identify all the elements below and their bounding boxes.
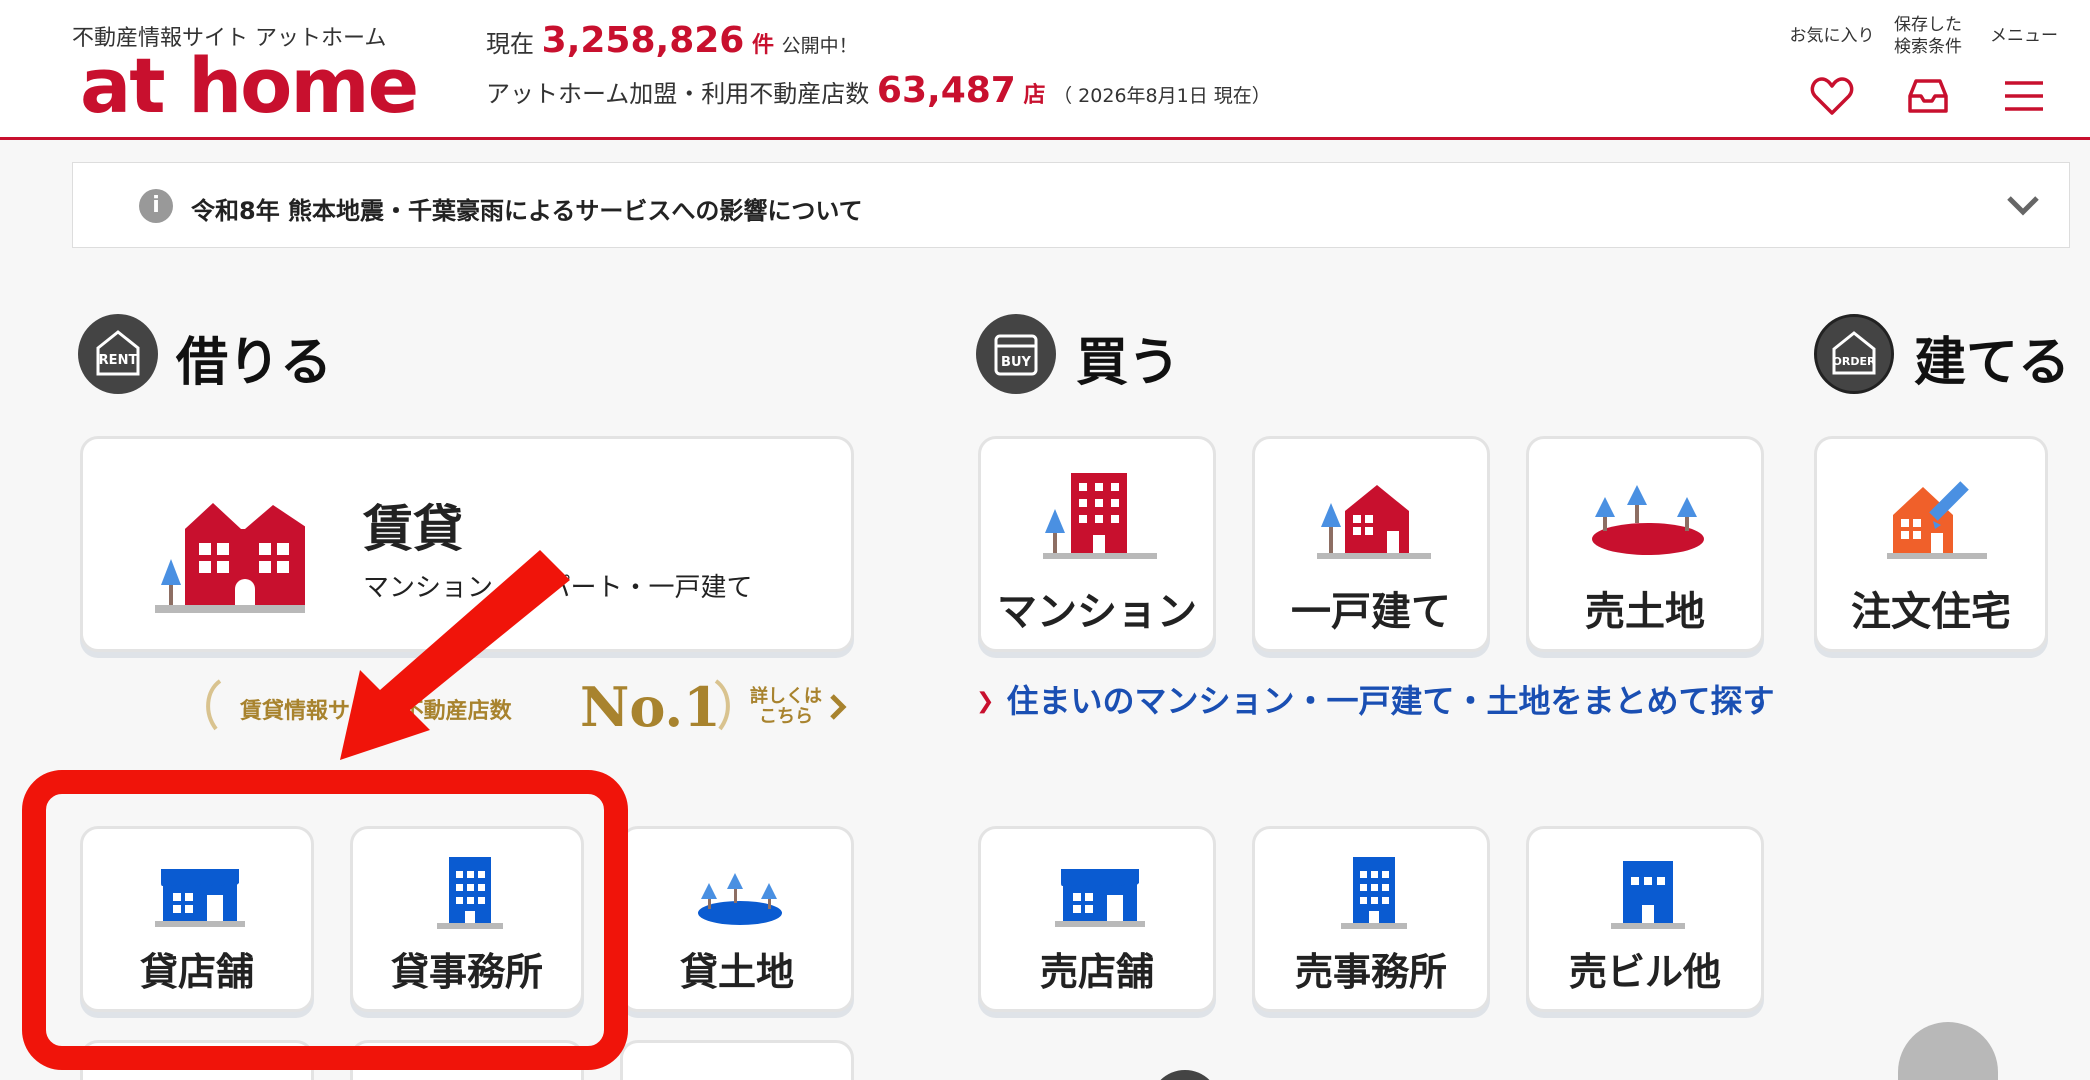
building-icon bbox=[1611, 861, 1685, 929]
build-custom-home-label: 注文住宅 bbox=[1851, 589, 2011, 635]
heart-icon bbox=[1810, 77, 1854, 115]
saved-search-button[interactable]: 保存した 検索条件 bbox=[1878, 14, 1978, 121]
saved-search-label-1: 保存した bbox=[1894, 15, 1962, 35]
promo-no1-badge: No.1 bbox=[580, 675, 721, 739]
chevron-right-icon: ❯ bbox=[976, 689, 995, 714]
promo-more-line2: こちら bbox=[759, 706, 813, 727]
annotation-highlight-box bbox=[22, 770, 628, 1070]
athome-logo[interactable]: at home bbox=[80, 48, 419, 124]
as-of-date: （ 2026年8月1日 現在） bbox=[1053, 85, 1271, 107]
listing-count: 3,258,826 bbox=[541, 20, 745, 61]
promo-more-line1: 詳しくは bbox=[750, 686, 822, 707]
agency-unit: 店 bbox=[1023, 83, 1046, 108]
svg-text:ORDER: ORDER bbox=[1833, 355, 1876, 368]
build-custom-home-card[interactable]: 注文住宅 bbox=[1814, 436, 2048, 652]
buy-mansion-card[interactable]: マンション bbox=[978, 436, 1216, 652]
agency-count-line: アットホーム加盟・利用不動産店数 63,487 店 （ 2026年8月1日 現在… bbox=[486, 70, 1271, 111]
menu-button[interactable]: メニュー bbox=[1974, 14, 2074, 121]
land-icon bbox=[698, 873, 782, 925]
buy-office-card[interactable]: 売事務所 bbox=[1252, 826, 1490, 1012]
agency-count: 63,487 bbox=[876, 70, 1016, 111]
promo-more-link[interactable]: 詳しくは こちら bbox=[750, 687, 822, 727]
favorites-button[interactable]: お気に入り bbox=[1782, 14, 1882, 121]
buy-all-link[interactable]: ❯ 住まいのマンション・一戸建て・土地をまとめて探す bbox=[976, 676, 1774, 722]
site-header: 不動産情報サイト アットホーム at home 現在 3,258,826 件 公… bbox=[0, 0, 2090, 140]
rent-section-title: 借りる bbox=[176, 333, 333, 393]
land-icon bbox=[1592, 485, 1704, 555]
custom-home-icon bbox=[1887, 481, 1987, 559]
current-label: 現在 bbox=[486, 30, 534, 58]
buy-building-card[interactable]: 売ビル他 bbox=[1526, 826, 1764, 1012]
rent-land-card[interactable]: 貸土地 bbox=[620, 826, 854, 1012]
order-badge-icon: ORDER bbox=[1814, 314, 1894, 394]
buy-badge-icon: BUY bbox=[976, 314, 1056, 394]
buy-all-link-text: 住まいのマンション・一戸建て・土地をまとめて探す bbox=[1006, 682, 1775, 720]
buy-house-card[interactable]: 一戸建て bbox=[1252, 436, 1490, 652]
build-section-title: 建てる bbox=[1914, 333, 2071, 393]
buy-house-label: 一戸建て bbox=[1291, 589, 1451, 635]
buy-store-label: 売店舗 bbox=[1039, 950, 1154, 994]
notice-bar[interactable]: i 令和8年 熊本地震・千葉豪雨によるサービスへの影響について bbox=[72, 162, 2070, 248]
rent-land-label: 貸土地 bbox=[679, 950, 794, 994]
buy-building-label: 売ビル他 bbox=[1568, 950, 1721, 994]
listing-unit: 件 bbox=[751, 33, 774, 58]
buy-office-label: 売事務所 bbox=[1294, 950, 1447, 994]
info-icon: i bbox=[139, 189, 173, 223]
annotation-arrow-icon bbox=[340, 550, 570, 760]
laurel-right-icon bbox=[714, 679, 730, 731]
favorites-label: お気に入り bbox=[1789, 26, 1875, 46]
person-avatar bbox=[1898, 1022, 1998, 1080]
apartment-icon bbox=[155, 503, 305, 613]
buy-land-label: 売土地 bbox=[1585, 589, 1705, 635]
hamburger-icon bbox=[2005, 81, 2043, 111]
laurel-left-icon bbox=[206, 679, 222, 731]
mansion-icon bbox=[1043, 473, 1157, 559]
svg-text:BUY: BUY bbox=[1001, 355, 1031, 370]
buy-section-title: 買う bbox=[1076, 333, 1181, 393]
svg-text:RENT: RENT bbox=[99, 353, 138, 368]
house-icon bbox=[1317, 485, 1431, 559]
chevron-down-icon[interactable] bbox=[2005, 187, 2041, 223]
rent-badge-icon: RENT bbox=[78, 314, 158, 394]
agencies-label: アットホーム加盟・利用不動産店数 bbox=[486, 80, 870, 108]
inbox-icon bbox=[1908, 79, 1948, 113]
buy-store-card[interactable]: 売店舗 bbox=[978, 826, 1216, 1012]
menu-label: メニュー bbox=[1990, 26, 2058, 46]
rent-more-card-3[interactable] bbox=[620, 1040, 854, 1080]
storefront-icon bbox=[1055, 869, 1145, 927]
notice-text: 令和8年 熊本地震・千葉豪雨によるサービスへの影響について bbox=[191, 197, 863, 225]
buy-mansion-label: マンション bbox=[997, 589, 1197, 635]
saved-search-label-2: 検索条件 bbox=[1894, 37, 1962, 57]
listing-count-line: 現在 3,258,826 件 公開中！ bbox=[486, 20, 858, 61]
chevron-right-icon bbox=[830, 694, 847, 720]
office-building-icon bbox=[1341, 857, 1407, 929]
person-avatar bbox=[1150, 1070, 1220, 1080]
listing-suffix: 公開中！ bbox=[781, 35, 858, 57]
buy-land-card[interactable]: 売土地 bbox=[1526, 436, 1764, 652]
